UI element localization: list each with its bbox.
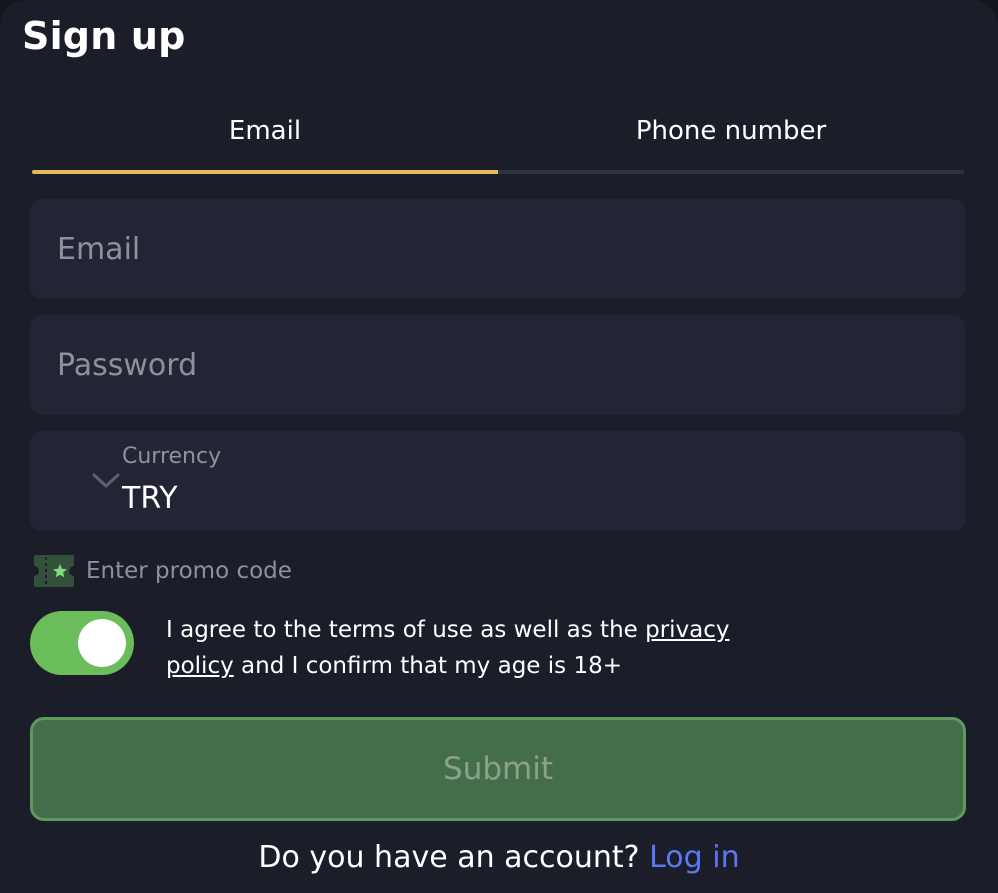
email-field-container <box>30 199 965 299</box>
tab-phone-number[interactable]: Phone number <box>498 104 964 174</box>
agree-terms-toggle[interactable] <box>30 611 134 675</box>
agreement-text-after: and I confirm that my age is 18+ <box>233 653 622 679</box>
tab-phone-indicator <box>498 170 964 174</box>
promo-code-label: Enter promo code <box>86 558 292 584</box>
tab-phone-label: Phone number <box>635 116 827 146</box>
promo-code-toggle[interactable]: Enter promo code <box>32 553 292 589</box>
tab-email[interactable]: Email <box>32 104 498 174</box>
auth-method-tabs: Email Phone number <box>32 104 964 174</box>
currency-select[interactable]: Currency TRY <box>30 431 965 531</box>
tab-email-label: Email <box>228 116 302 146</box>
currency-value: TRY <box>122 481 178 516</box>
agreement-text: I agree to the terms of use as well as t… <box>166 612 786 684</box>
toggle-knob <box>78 619 126 667</box>
currency-label: Currency <box>122 444 222 469</box>
page-title: Sign up <box>22 14 186 58</box>
password-field-container <box>30 315 965 415</box>
agreement-text-before: I agree to the terms of use as well as t… <box>166 617 646 643</box>
submit-button[interactable]: Submit <box>30 717 966 821</box>
email-input[interactable] <box>30 199 965 299</box>
chevron-down-icon <box>92 473 120 488</box>
account-question: Do you have an account? <box>258 840 640 875</box>
promo-ticket-icon <box>34 555 74 587</box>
signup-panel: Sign up Email Phone number Currency TRY … <box>0 0 998 893</box>
login-link[interactable]: Log in <box>649 840 739 875</box>
login-prompt: Do you have an account? Log in <box>0 840 998 875</box>
tab-email-active-indicator <box>32 170 498 174</box>
password-input[interactable] <box>30 315 965 415</box>
